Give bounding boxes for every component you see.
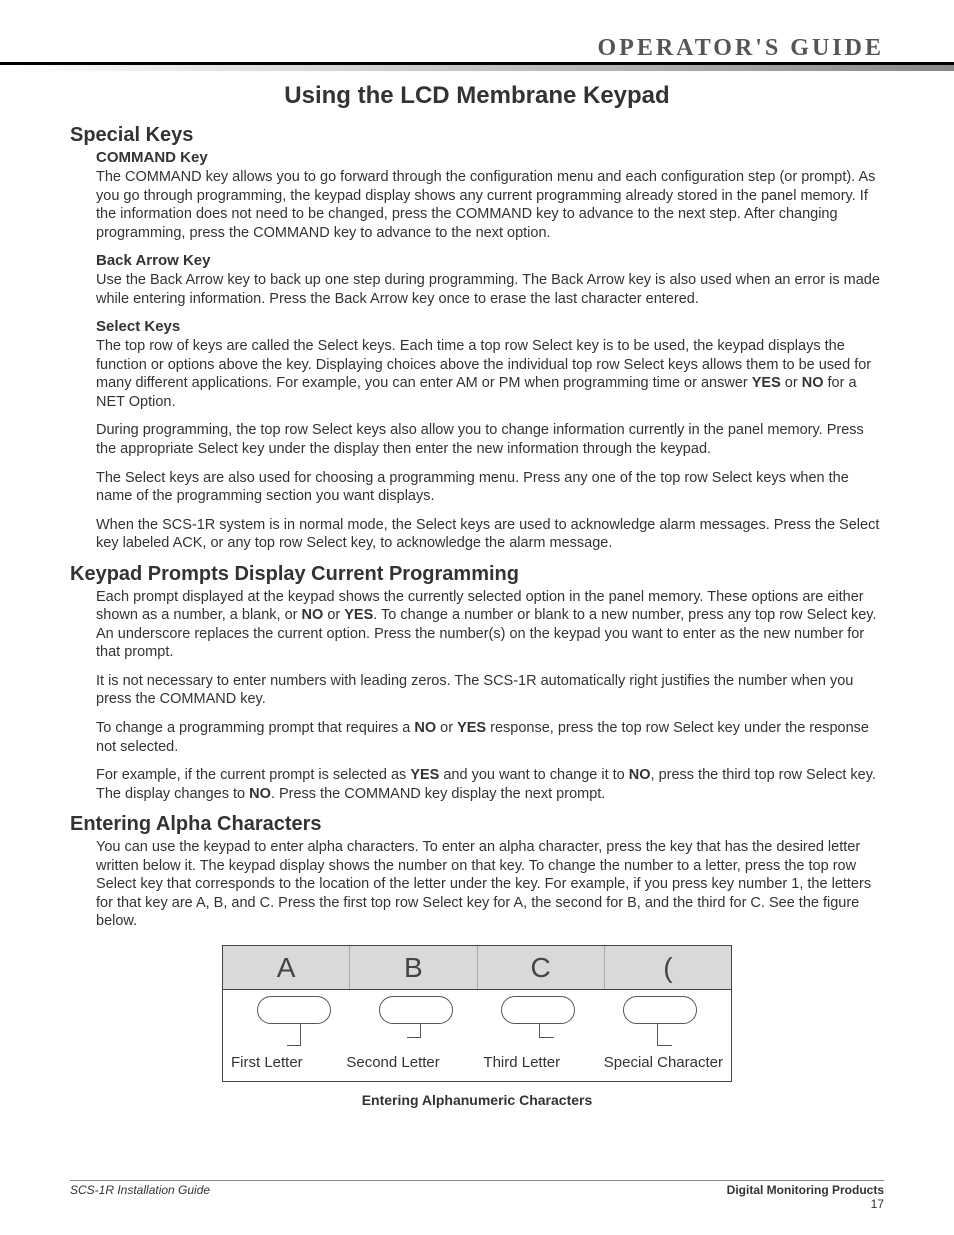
page-number: 17: [70, 1197, 884, 1211]
section-special-keys: Special Keys: [70, 124, 884, 147]
footer-left: SCS-1R Installation Guide: [70, 1183, 210, 1197]
lcd-cell: B: [350, 946, 477, 989]
paragraph: For example, if the current prompt is se…: [96, 766, 884, 803]
figure-key-row: [223, 990, 731, 1024]
footer-right: Digital Monitoring Products: [727, 1183, 884, 1197]
paragraph: The top row of keys are called the Selec…: [96, 337, 884, 411]
section-keypad-prompts: Keypad Prompts Display Current Programmi…: [70, 563, 884, 586]
bold-text: NO: [302, 607, 324, 623]
lcd-cell: A: [223, 946, 350, 989]
figure-label: Special Character: [604, 1054, 723, 1071]
figure-caption: Entering Alphanumeric Characters: [222, 1092, 732, 1108]
paragraph: You can use the keypad to enter alpha ch…: [96, 838, 884, 931]
keycap-icon: [257, 996, 331, 1024]
header-guide: OPERATOR'S GUIDE: [70, 35, 884, 62]
keycap-icon: [623, 996, 697, 1024]
figure-alpha-keypad: A B C ( First Letter Second Letter Thi: [222, 945, 732, 1108]
lcd-cell: C: [478, 946, 605, 989]
figure-label-row: First Letter Second Letter Third Letter …: [223, 1054, 731, 1081]
page-title: Using the LCD Membrane Keypad: [70, 82, 884, 110]
subheading-command-key: COMMAND Key: [96, 149, 884, 166]
bold-text: NO: [802, 375, 824, 391]
text-run: For example, if the current prompt is se…: [96, 767, 410, 783]
bold-text: NO: [249, 786, 271, 802]
paragraph: To change a programming prompt that requ…: [96, 719, 884, 756]
figure-label: Second Letter: [346, 1054, 439, 1071]
text-run: or: [781, 375, 802, 391]
paragraph: The Select keys are also used for choosi…: [96, 469, 884, 506]
paragraph: The COMMAND key allows you to go forward…: [96, 168, 884, 242]
figure-label: First Letter: [231, 1054, 303, 1071]
bold-text: YES: [752, 375, 781, 391]
text-run: . Press the COMMAND key display the next…: [271, 786, 605, 802]
paragraph: During programming, the top row Select k…: [96, 421, 884, 458]
keycap-icon: [379, 996, 453, 1024]
bold-text: YES: [410, 767, 439, 783]
text-run: or: [323, 607, 344, 623]
figure-label: Third Letter: [483, 1054, 560, 1071]
text-run: To change a programming prompt that requ…: [96, 720, 414, 736]
page-footer: SCS-1R Installation Guide Digital Monito…: [70, 1180, 884, 1211]
lcd-cell: (: [605, 946, 731, 989]
bold-text: YES: [344, 607, 373, 623]
section-entering-alpha: Entering Alpha Characters: [70, 813, 884, 836]
subheading-back-arrow-key: Back Arrow Key: [96, 252, 884, 269]
paragraph: Each prompt displayed at the keypad show…: [96, 588, 884, 662]
figure-connector-lines: [223, 1024, 731, 1054]
header-rule: [70, 62, 884, 72]
paragraph: When the SCS-1R system is in normal mode…: [96, 516, 884, 553]
bold-text: NO: [629, 767, 651, 783]
bold-text: YES: [457, 720, 486, 736]
figure-lcd-row: A B C (: [223, 946, 731, 990]
text-run: and you want to change it to: [439, 767, 628, 783]
paragraph: It is not necessary to enter numbers wit…: [96, 672, 884, 709]
bold-text: NO: [414, 720, 436, 736]
subheading-select-keys: Select Keys: [96, 318, 884, 335]
text-run: or: [436, 720, 457, 736]
keycap-icon: [501, 996, 575, 1024]
paragraph: Use the Back Arrow key to back up one st…: [96, 271, 884, 308]
